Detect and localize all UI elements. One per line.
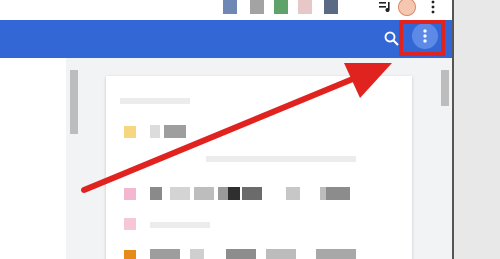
list-item-text [150, 222, 210, 228]
list-item-text [226, 249, 256, 259]
list-item-text [286, 187, 300, 200]
list-item-icon [124, 188, 136, 200]
list-item-icon [124, 250, 136, 259]
playlist-icon[interactable] [378, 0, 392, 17]
card-header-placeholder [120, 98, 190, 104]
list-item[interactable] [106, 184, 412, 204]
list-item-text [190, 249, 204, 259]
list-item-icon [124, 218, 136, 230]
list-item-text [150, 125, 160, 138]
content-card [106, 76, 412, 259]
scrollbar-thumb-left[interactable] [70, 70, 78, 134]
browser-toolbar [0, 0, 452, 20]
window-frame [452, 0, 500, 259]
list-item-text [242, 187, 262, 200]
scrollbar-thumb-right[interactable] [441, 70, 449, 106]
bookmark-swatch[interactable] [274, 0, 288, 14]
list-item-text [170, 187, 190, 200]
bookmark-swatch[interactable] [250, 0, 264, 14]
list-item-text [266, 249, 296, 259]
avatar[interactable] [398, 0, 416, 16]
list-item-text [228, 187, 240, 200]
list-item-text [326, 187, 350, 200]
list-item[interactable] [106, 246, 412, 259]
side-panel [0, 58, 66, 259]
section-placeholder [206, 156, 356, 162]
annotation-highlight-box [399, 20, 445, 56]
list-item-icon [124, 126, 136, 138]
more-vert-icon[interactable] [430, 0, 436, 17]
list-item-text [150, 187, 162, 200]
bookmark-swatch[interactable] [223, 0, 237, 14]
list-item-text [194, 187, 214, 200]
list-item-text [316, 249, 356, 259]
bookmark-swatch[interactable] [298, 0, 312, 14]
list-item-text [150, 249, 180, 259]
app-bar [0, 20, 452, 58]
list-item-text [164, 125, 186, 138]
bookmark-swatch[interactable] [324, 0, 338, 14]
list-item-text [218, 187, 228, 200]
list-item[interactable] [106, 122, 412, 142]
list-item[interactable] [106, 214, 412, 234]
